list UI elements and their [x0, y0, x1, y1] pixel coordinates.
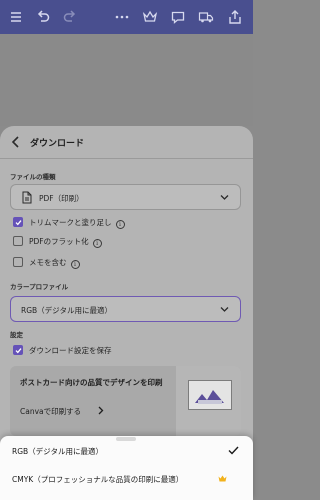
comment-icon[interactable]	[170, 9, 186, 25]
undo-icon[interactable]	[35, 9, 51, 25]
postcard-thumbnail	[188, 380, 232, 410]
share-icon[interactable]	[227, 9, 243, 25]
checkbox-unchecked[interactable]	[13, 257, 23, 267]
trim-marks-label: トリムマークと塗り足し	[29, 218, 112, 227]
color-profile-label: カラープロファイル	[10, 283, 69, 291]
flatten-pdf-label: PDFのフラット化	[29, 237, 89, 246]
checkbox-checked[interactable]	[13, 345, 23, 355]
design-canvas-backdrop	[0, 34, 253, 126]
save-settings-label: ダウンロード設定を保存	[29, 346, 112, 355]
file-type-value: PDF（印刷）	[39, 194, 84, 203]
more-icon[interactable]	[114, 9, 130, 25]
top-toolbar	[0, 0, 253, 34]
drag-handle[interactable]	[116, 437, 136, 441]
info-icon[interactable]: i	[92, 239, 102, 248]
crown-icon[interactable]	[142, 9, 158, 25]
info-icon[interactable]: i	[70, 260, 80, 269]
info-icon[interactable]: i	[115, 220, 125, 229]
sheet-title: ダウンロード	[30, 139, 85, 149]
chevron-down-icon	[220, 306, 229, 313]
redo-icon[interactable]	[62, 9, 78, 25]
file-type-label: ファイルの種類	[10, 173, 56, 181]
checkbox-checked[interactable]	[13, 217, 23, 227]
document-icon	[21, 191, 33, 204]
dropdown-option-cmyk[interactable]: CMYK（プロフェッショナルな品質の印刷に最適）	[12, 474, 183, 485]
file-type-select[interactable]: PDF（印刷）	[10, 184, 241, 210]
promo-link[interactable]: Canvaで印刷する	[20, 406, 81, 417]
back-arrow-icon[interactable]	[11, 136, 21, 148]
color-profile-value: RGB（デジタル用に最適）	[21, 306, 113, 315]
truck-icon[interactable]	[198, 9, 214, 25]
include-notes-label: メモを含む	[29, 258, 67, 267]
promo-title: ポストカード向けの品質でデザインを印刷	[20, 378, 163, 387]
sheet-header: ダウンロード	[0, 126, 253, 159]
color-profile-select[interactable]: RGB（デジタル用に最適）	[10, 296, 241, 322]
chevron-down-icon	[220, 194, 229, 201]
pro-crown-icon	[218, 475, 227, 482]
menu-icon[interactable]	[8, 9, 24, 25]
dropdown-option-rgb[interactable]: RGB（デジタル用に最適）	[12, 446, 103, 457]
chevron-right-icon	[98, 406, 104, 415]
checkbox-unchecked[interactable]	[13, 236, 23, 246]
settings-label: 設定	[10, 331, 23, 339]
check-icon	[228, 446, 239, 455]
print-promo-card[interactable]: ポストカード向けの品質でデザインを印刷 Canvaで印刷する	[10, 366, 241, 436]
